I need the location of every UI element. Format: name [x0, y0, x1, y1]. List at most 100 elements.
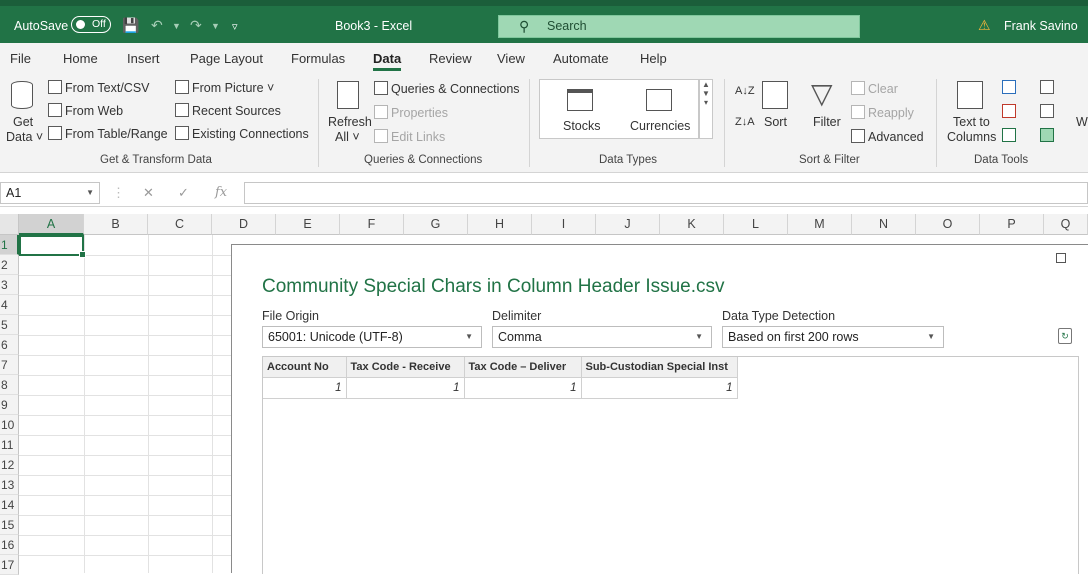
column-header[interactable]: D — [212, 214, 276, 235]
data-validation-icon[interactable] — [1002, 128, 1016, 142]
consolidate-icon[interactable] — [1040, 80, 1054, 94]
column-header[interactable]: F — [340, 214, 404, 235]
save-icon[interactable]: 💾 — [122, 17, 139, 34]
undo-icon[interactable]: ↶ — [151, 17, 163, 34]
row-header[interactable]: 13 — [0, 475, 19, 495]
formula-input[interactable] — [244, 182, 1088, 204]
tab-insert[interactable]: Insert — [127, 51, 160, 66]
column-header[interactable]: B — [84, 214, 148, 235]
row-header[interactable]: 6 — [0, 335, 19, 355]
column-header[interactable]: C — [148, 214, 212, 235]
tab-page-layout[interactable]: Page Layout — [190, 51, 263, 66]
refresh-preview-icon[interactable]: ↻ — [1058, 328, 1072, 344]
row-header[interactable]: 5 — [0, 315, 19, 335]
tab-view[interactable]: View — [497, 51, 525, 66]
tab-automate[interactable]: Automate — [553, 51, 609, 66]
column-header[interactable]: N — [852, 214, 916, 235]
row-header[interactable]: 16 — [0, 535, 19, 555]
row-header[interactable]: 7 — [0, 355, 19, 375]
column-header[interactable]: Q — [1044, 214, 1088, 235]
recent-sources-button[interactable]: Recent Sources — [175, 103, 281, 118]
column-header[interactable]: A — [19, 214, 84, 235]
column-header[interactable]: K — [660, 214, 724, 235]
detection-value: Based on first 200 rows — [728, 330, 859, 344]
row-header[interactable]: 12 — [0, 455, 19, 475]
reapply-button[interactable]: Reapply — [851, 105, 914, 120]
tab-help[interactable]: Help — [640, 51, 667, 66]
row-header[interactable]: 4 — [0, 295, 19, 315]
customize-toolbar-icon[interactable]: ▿ — [232, 20, 238, 33]
data-types-gallery: Stocks Currencies — [539, 79, 699, 139]
row-header[interactable]: 2 — [0, 255, 19, 275]
properties-button[interactable]: Properties — [374, 105, 448, 120]
column-header[interactable]: P — [980, 214, 1044, 235]
select-all-button[interactable] — [0, 214, 19, 235]
refresh-icon — [337, 81, 359, 109]
grid-line — [212, 235, 213, 573]
sort-descending-icon[interactable]: Z↓A — [735, 116, 755, 128]
tab-home[interactable]: Home — [63, 51, 98, 66]
column-header[interactable]: J — [596, 214, 660, 235]
column-header[interactable]: O — [916, 214, 980, 235]
from-table-range-button[interactable]: From Table/Range — [48, 126, 168, 141]
detection-select[interactable]: Based on first 200 rows ▼ — [722, 326, 944, 348]
from-picture-button[interactable]: From Picture ˅ — [175, 80, 274, 95]
manage-data-model-icon[interactable] — [1040, 128, 1054, 142]
column-header[interactable]: M — [788, 214, 852, 235]
data-types-scroll[interactable]: ▲ ▼ ▾ — [699, 79, 713, 139]
undo-dropdown-icon[interactable]: ▼ — [172, 21, 181, 31]
tab-file[interactable]: File — [10, 51, 31, 66]
column-header[interactable]: G — [404, 214, 468, 235]
chevron-down-icon: ▼ — [927, 332, 935, 341]
row-header[interactable]: 17 — [0, 555, 19, 575]
cancel-icon[interactable]: ✕ — [143, 185, 154, 201]
file-origin-select[interactable]: 65001: Unicode (UTF-8) ▼ — [262, 326, 482, 348]
tab-review[interactable]: Review — [429, 51, 472, 66]
existing-connections-button[interactable]: Existing Connections — [175, 126, 309, 141]
row-header[interactable]: 1 — [0, 235, 19, 255]
from-text-csv-button[interactable]: From Text/CSV — [48, 80, 150, 95]
row-header[interactable]: 11 — [0, 435, 19, 455]
redo-icon[interactable]: ↷ — [190, 17, 202, 34]
flash-fill-icon[interactable] — [1002, 80, 1016, 94]
redo-dropdown-icon[interactable]: ▼ — [211, 21, 220, 31]
column-header[interactable]: H — [468, 214, 532, 235]
column-header[interactable]: L — [724, 214, 788, 235]
enter-icon[interactable]: ✓ — [178, 185, 189, 201]
delimiter-select[interactable]: Comma ▼ — [492, 326, 712, 348]
tab-formulas[interactable]: Formulas — [291, 51, 345, 66]
name-box[interactable]: A1 ▼ — [0, 182, 100, 204]
column-header[interactable]: E — [276, 214, 340, 235]
remove-duplicates-icon[interactable] — [1002, 104, 1016, 118]
user-name[interactable]: Frank Savino — [1004, 19, 1078, 33]
row-header[interactable]: 14 — [0, 495, 19, 515]
name-box-dropdown-icon[interactable]: ▼ — [86, 183, 94, 203]
tab-data[interactable]: Data — [373, 51, 402, 71]
title-bar: AutoSave Off 💾 ↶ ▼ ↷ ▼ ▿ Book3 - Excel ⚲… — [0, 0, 1088, 43]
advanced-button[interactable]: Advanced — [851, 129, 924, 144]
relationships-icon[interactable] — [1040, 104, 1054, 118]
table-icon — [48, 126, 62, 140]
group-label-sort-filter: Sort & Filter — [799, 154, 860, 166]
row-header[interactable]: 8 — [0, 375, 19, 395]
maximize-icon[interactable] — [1056, 253, 1066, 263]
row-header[interactable]: 9 — [0, 395, 19, 415]
row-header[interactable]: 10 — [0, 415, 19, 435]
row-header[interactable]: 3 — [0, 275, 19, 295]
autosave-toggle[interactable]: Off — [71, 16, 111, 33]
get-data-label-2: Data ˅ — [6, 130, 44, 144]
active-cell[interactable] — [19, 235, 86, 258]
sort-ascending-icon[interactable]: A↓Z — [735, 85, 755, 97]
clear-button[interactable]: Clear — [851, 81, 898, 96]
from-web-button[interactable]: From Web — [48, 103, 123, 118]
database-icon — [11, 81, 33, 109]
web-icon — [48, 103, 62, 117]
currencies-icon — [646, 89, 672, 111]
search-box[interactable]: ⚲ Search — [498, 15, 860, 38]
row-header[interactable]: 15 — [0, 515, 19, 535]
insert-function-icon[interactable]: fx — [215, 185, 227, 200]
warning-icon[interactable]: ⚠ — [978, 17, 991, 34]
edit-links-button[interactable]: Edit Links — [374, 129, 445, 144]
column-header[interactable]: I — [532, 214, 596, 235]
queries-connections-button[interactable]: Queries & Connections — [374, 81, 520, 96]
